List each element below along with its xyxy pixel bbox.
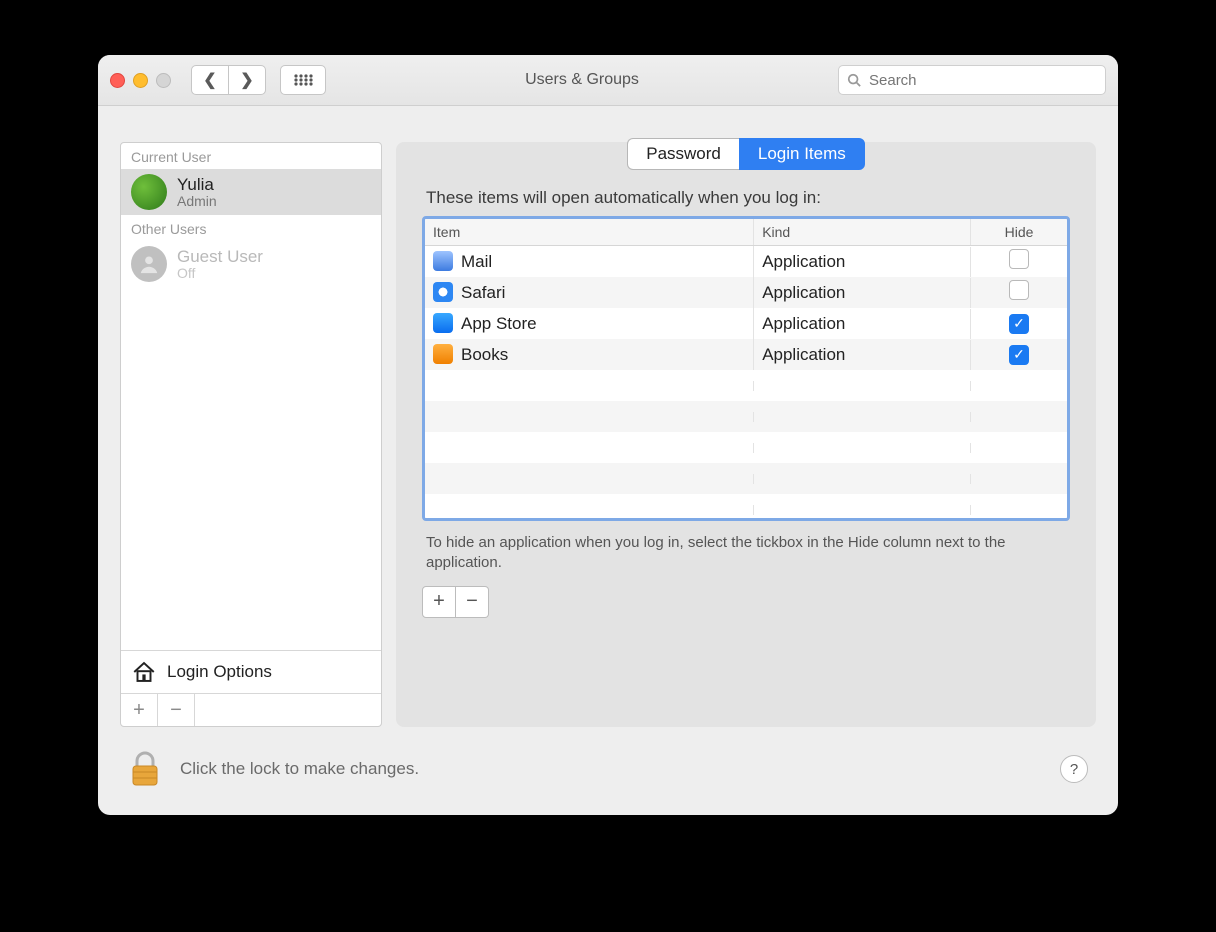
plus-icon: + [133, 699, 145, 722]
item-kind: Application [754, 309, 971, 339]
login-options-label: Login Options [167, 662, 272, 682]
lock-text: Click the lock to make changes. [180, 759, 1042, 779]
table-row [425, 370, 1067, 401]
house-icon [131, 659, 157, 685]
hide-checkbox[interactable] [1009, 249, 1029, 269]
user-name: Guest User [177, 247, 263, 267]
current-user-header: Current User [121, 143, 381, 169]
forward-button[interactable]: ❯ [229, 65, 266, 95]
zoom-window-button[interactable] [156, 73, 171, 88]
app-icon [433, 313, 453, 333]
minus-icon: − [170, 699, 182, 722]
plus-icon: + [433, 590, 445, 613]
table-header: Item Kind Hide [425, 219, 1067, 246]
app-icon [433, 282, 453, 302]
preferences-window: ❮ ❯ Users & Groups Current User Yulia Ad… [98, 55, 1118, 815]
sidebar-user-guest[interactable]: Guest User Off [121, 241, 381, 287]
help-button[interactable]: ? [1060, 755, 1088, 783]
login-options-button[interactable]: Login Options [121, 650, 381, 693]
sidebar-user-current[interactable]: Yulia Admin [121, 169, 381, 215]
item-name: Mail [461, 252, 492, 271]
item-name: App Store [461, 314, 537, 333]
user-role: Admin [177, 193, 217, 209]
item-kind: Application [754, 340, 971, 370]
lock-button[interactable] [128, 749, 162, 789]
grid-icon [293, 73, 313, 87]
search-icon [847, 73, 861, 87]
table-row[interactable]: Books Application ✓ [425, 339, 1067, 370]
table-row [425, 432, 1067, 463]
table-row [425, 494, 1067, 521]
avatar [131, 246, 167, 282]
search-input[interactable] [867, 71, 1097, 90]
hide-checkbox[interactable]: ✓ [1009, 314, 1029, 334]
footer: Click the lock to make changes. ? [98, 727, 1118, 815]
remove-user-button[interactable]: − [158, 694, 195, 726]
column-kind[interactable]: Kind [754, 219, 971, 245]
sidebar-user-tools: + − [121, 693, 381, 726]
remove-login-item-button[interactable]: − [456, 586, 489, 618]
add-login-item-button[interactable]: + [422, 586, 456, 618]
table-row[interactable]: Mail Application [425, 246, 1067, 277]
item-name: Books [461, 345, 508, 364]
item-name: Safari [461, 283, 505, 302]
person-icon [138, 253, 160, 275]
avatar [131, 174, 167, 210]
add-user-button[interactable]: + [121, 694, 158, 726]
window-title: Users & Groups [340, 71, 824, 89]
tab-bar: Password Login Items [422, 138, 1070, 170]
user-name: Yulia [177, 175, 217, 195]
hide-checkbox[interactable]: ✓ [1009, 345, 1029, 365]
back-button[interactable]: ❮ [191, 65, 229, 95]
nav-back-forward: ❮ ❯ [191, 65, 266, 95]
app-icon [433, 344, 453, 364]
chevron-left-icon: ❮ [203, 70, 216, 90]
app-icon [433, 251, 453, 271]
chevron-right-icon: ❯ [240, 70, 253, 90]
search-field[interactable] [838, 65, 1106, 95]
lock-icon [128, 749, 162, 789]
hide-checkbox[interactable] [1009, 280, 1029, 300]
login-items-table: Item Kind Hide Mail Application Safari Appl… [422, 216, 1070, 521]
window-controls [110, 73, 171, 88]
users-sidebar: Current User Yulia Admin Other Users Gue… [120, 142, 382, 727]
show-all-prefs-button[interactable] [280, 65, 326, 95]
login-items-tools: + − [422, 586, 1070, 618]
table-row [425, 463, 1067, 494]
user-role: Off [177, 265, 263, 281]
column-item[interactable]: Item [425, 219, 754, 245]
hide-hint: To hide an application when you log in, … [426, 533, 1066, 574]
item-kind: Application [754, 278, 971, 308]
main-panel: Password Login Items These items will op… [396, 142, 1096, 727]
table-row [425, 401, 1067, 432]
table-row[interactable]: Safari Application [425, 277, 1067, 308]
other-users-header: Other Users [121, 215, 381, 241]
minus-icon: − [466, 590, 478, 613]
minimize-window-button[interactable] [133, 73, 148, 88]
table-row[interactable]: App Store Application ✓ [425, 308, 1067, 339]
close-window-button[interactable] [110, 73, 125, 88]
column-hide[interactable]: Hide [971, 219, 1067, 245]
question-icon: ? [1070, 761, 1078, 778]
titlebar: ❮ ❯ Users & Groups [98, 55, 1118, 106]
table-body: MailApplicationSafariApplicationApp Stor… [425, 246, 1067, 518]
tab-password[interactable]: Password [627, 138, 739, 170]
login-items-intro: These items will open automatically when… [426, 188, 1066, 208]
tab-login-items[interactable]: Login Items [739, 138, 865, 170]
item-kind: Application [754, 247, 971, 277]
